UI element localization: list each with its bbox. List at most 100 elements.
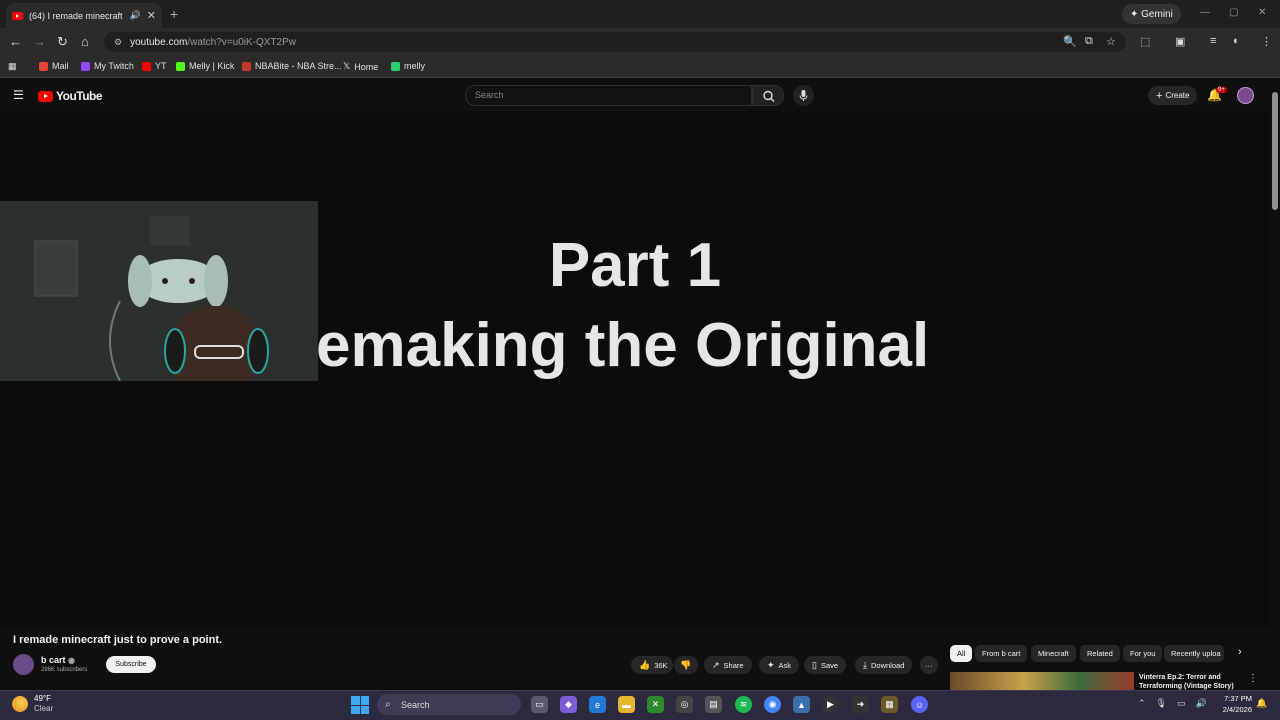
share-label: Share bbox=[723, 660, 744, 670]
chrome-menu-icon[interactable]: ⋮ bbox=[1261, 35, 1272, 48]
network-icon[interactable]: ▭ bbox=[1177, 698, 1186, 709]
bookmark-yt[interactable]: YT bbox=[142, 61, 167, 71]
copilot-icon[interactable]: ◆ bbox=[560, 696, 577, 713]
system-tray: ⌃ 🎙 ▭ 🔊 bbox=[1138, 698, 1207, 709]
media-player-icon[interactable]: ▶ bbox=[822, 696, 839, 713]
maximize-icon[interactable]: ▢ bbox=[1229, 7, 1238, 18]
chip-recently-uploaded[interactable]: Recently uploa bbox=[1164, 645, 1224, 662]
forward-icon[interactable]: → bbox=[33, 34, 46, 49]
file-explorer-icon[interactable]: ▬ bbox=[618, 696, 635, 713]
install-app-icon[interactable]: ⧉ bbox=[1085, 35, 1093, 48]
scrollbar-thumb[interactable] bbox=[1272, 92, 1278, 210]
search-button[interactable] bbox=[752, 85, 784, 106]
back-icon[interactable]: ← bbox=[9, 34, 22, 49]
search-input[interactable]: Search bbox=[465, 85, 752, 106]
microphone-icon bbox=[799, 90, 808, 101]
recommended-video-title[interactable]: Vinterra Ep.2: Terror and Terraforming (… bbox=[1139, 673, 1239, 690]
address-bar[interactable]: ⚙ youtube.com/watch?v=u0iK-QXT2Pw bbox=[104, 32, 1126, 52]
chip-from-channel[interactable]: From b cart bbox=[975, 645, 1028, 662]
hamburger-menu-icon[interactable]: ☰ bbox=[13, 88, 24, 102]
media-control-icon[interactable]: ≡ bbox=[1210, 35, 1216, 47]
video-title: I remade minecraft just to prove a point… bbox=[13, 634, 223, 646]
task-view-icon[interactable]: ▭ bbox=[531, 696, 548, 713]
create-button[interactable]: + Create bbox=[1148, 86, 1198, 105]
minecraft-launcher-icon[interactable]: ▦ bbox=[881, 696, 898, 713]
mail-icon bbox=[39, 61, 48, 71]
bookmark-melly-kick[interactable]: Melly | Kick bbox=[176, 61, 234, 71]
windows-start-icon[interactable] bbox=[351, 696, 369, 714]
new-tab-button[interactable]: + bbox=[170, 6, 178, 22]
weather-widget[interactable]: 49°F Clear bbox=[12, 694, 53, 714]
chip-for-you[interactable]: For you bbox=[1123, 645, 1163, 662]
like-button[interactable]: 👍 36K bbox=[631, 656, 673, 674]
like-count: 36K bbox=[654, 660, 668, 670]
video-overlay-subtitle: emaking the Original bbox=[316, 312, 930, 380]
photos-icon[interactable]: ▲ bbox=[793, 696, 810, 713]
save-label: Save bbox=[820, 660, 839, 670]
mic-tray-icon[interactable]: 🎙 bbox=[1156, 698, 1167, 709]
home-icon[interactable]: ⌂ bbox=[81, 34, 89, 49]
voice-search-button[interactable] bbox=[793, 85, 814, 106]
bookmark-melly[interactable]: melly bbox=[391, 61, 425, 71]
dislike-button[interactable]: 👎 bbox=[674, 656, 698, 674]
youtube-favicon-icon bbox=[12, 11, 23, 20]
browser-tab-strip bbox=[0, 0, 1280, 28]
close-tab-icon[interactable]: ✕ bbox=[147, 9, 156, 22]
notification-center-icon[interactable]: 🔔 bbox=[1256, 698, 1267, 709]
extensions-icon[interactable]: ⬚ bbox=[1140, 35, 1150, 48]
youtube-play-icon bbox=[38, 90, 53, 102]
obs-icon[interactable]: ◎ bbox=[676, 696, 693, 713]
chrome-icon[interactable]: ◉ bbox=[764, 696, 781, 713]
minimize-icon[interactable]: — bbox=[1200, 7, 1210, 18]
clock-time: 7:37 PM bbox=[1224, 694, 1252, 703]
xbox-icon[interactable]: ✕ bbox=[647, 696, 664, 713]
account-avatar[interactable] bbox=[1237, 87, 1254, 104]
share-button[interactable]: ↗ Share bbox=[704, 656, 752, 674]
url-path: /watch?v=u0iK-QXT2Pw bbox=[187, 36, 297, 48]
bookmark-mail[interactable]: Mail bbox=[39, 61, 69, 71]
bookmark-label: NBABite - NBA Stre... bbox=[255, 61, 342, 71]
bookmark-my-twitch[interactable]: My Twitch bbox=[81, 61, 134, 71]
ask-button[interactable]: ✦ Ask bbox=[759, 656, 800, 674]
reload-icon[interactable]: ↻ bbox=[57, 34, 68, 50]
store-icon[interactable]: ▤ bbox=[705, 696, 722, 713]
gemini-button[interactable]: ✦ Gemini bbox=[1122, 4, 1181, 24]
channel-name[interactable]: b cart ◉ bbox=[41, 655, 75, 665]
save-button[interactable]: ▯ Save bbox=[804, 656, 847, 674]
download-button[interactable]: ⤓ Download bbox=[855, 656, 913, 674]
chevron-up-icon[interactable]: ⌃ bbox=[1138, 698, 1146, 709]
spotify-icon[interactable]: ≋ bbox=[735, 696, 752, 713]
youtube-logo[interactable]: YouTube bbox=[38, 89, 103, 103]
taskbar-search-icon: ⌕ bbox=[385, 699, 391, 710]
browser-tab[interactable]: (64) I remade minecraft just to prove a … bbox=[6, 3, 162, 28]
profile-icon[interactable]: ◐ bbox=[1233, 35, 1240, 47]
sparkle-icon: ✦ bbox=[767, 659, 775, 670]
edge-icon[interactable]: e bbox=[589, 696, 606, 713]
bookmark-nbabite[interactable]: NBABite - NBA Stre... bbox=[242, 61, 342, 71]
recommended-video-thumbnail[interactable] bbox=[950, 672, 1134, 690]
bookmark-star-icon[interactable]: ☆ bbox=[1106, 35, 1116, 48]
discord-icon[interactable]: ☺ bbox=[911, 696, 928, 713]
apps-grid-icon[interactable]: ▦ bbox=[8, 61, 17, 72]
tab-title: (64) I remade minecraft just to prove a … bbox=[29, 10, 124, 21]
download-icon: ⤓ bbox=[863, 659, 867, 670]
close-window-icon[interactable]: ✕ bbox=[1258, 7, 1266, 18]
taskbar-search[interactable]: ⌕ Search bbox=[377, 694, 521, 715]
bookmark-home[interactable]: 𝕏 Home bbox=[343, 61, 378, 72]
more-vert-icon[interactable]: ⋮ bbox=[1248, 673, 1258, 684]
bookmark-label: Melly | Kick bbox=[189, 61, 235, 71]
speaker-icon[interactable]: 🔊 bbox=[130, 10, 141, 21]
chevron-right-icon[interactable]: › bbox=[1238, 646, 1242, 658]
chip-minecraft[interactable]: Minecraft bbox=[1031, 645, 1076, 662]
more-actions-button[interactable]: ··· bbox=[920, 656, 938, 674]
chip-related[interactable]: Related bbox=[1080, 645, 1120, 662]
split-view-icon[interactable]: ▣ bbox=[1175, 35, 1185, 48]
taskbar-clock[interactable]: 7:37 PM 2/4/2026 bbox=[1218, 693, 1252, 715]
chip-all[interactable]: All bbox=[950, 645, 973, 662]
subscribe-button[interactable]: Subscribe bbox=[106, 656, 156, 673]
site-info-icon[interactable]: ⚙ bbox=[114, 37, 122, 48]
zoom-icon[interactable]: 🔍 bbox=[1063, 35, 1077, 48]
channel-avatar[interactable] bbox=[13, 654, 34, 675]
arrow-app-icon[interactable]: ➜ bbox=[852, 696, 869, 713]
volume-icon[interactable]: 🔊 bbox=[1196, 698, 1207, 709]
